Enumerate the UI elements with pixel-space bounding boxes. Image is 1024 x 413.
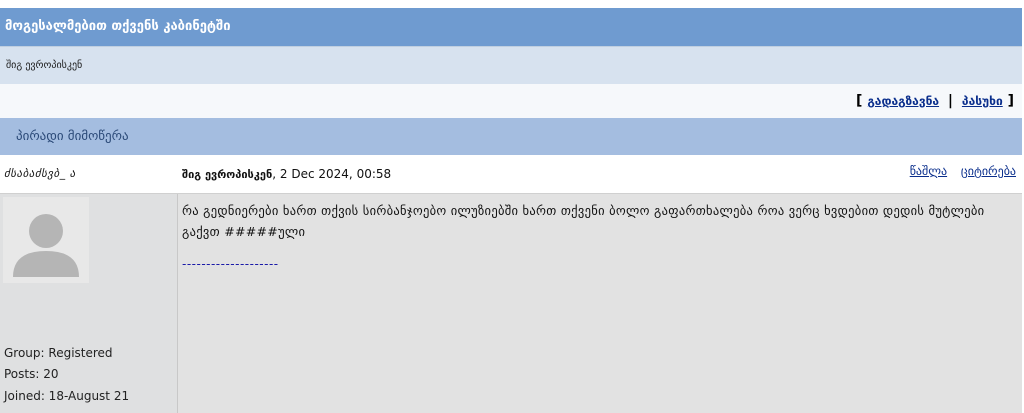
default-avatar-icon bbox=[3, 197, 89, 283]
user-group: Group: Registered bbox=[4, 345, 113, 360]
page-title: მოგესალმებით თქვენს კაბინეტში bbox=[0, 8, 1022, 46]
section-title: პირადი მიმოწერა bbox=[0, 118, 1022, 155]
quote-link[interactable]: ციტირება bbox=[961, 164, 1016, 178]
delete-link[interactable]: წაშლა bbox=[910, 164, 947, 178]
forward-link[interactable]: გადაგზავნა bbox=[867, 94, 939, 108]
message-actions: [ გადაგზავნა | პასუხი ] bbox=[0, 84, 1022, 118]
user-stats: Group: Registered Posts: 20 Joined: 18-A… bbox=[4, 343, 129, 408]
message-text: რა გედნიერები ხართ თქვის სირბანჯოებო ილუ… bbox=[182, 203, 985, 239]
user-name-bar: შიგ ევროპისკენ bbox=[0, 46, 1022, 84]
avatar bbox=[3, 197, 89, 283]
message-body: რა გედნიერები ხართ თქვის სირბანჯოებო ილუ… bbox=[178, 194, 1022, 413]
user-joined: Joined: 18-August 21 bbox=[4, 388, 130, 403]
post-author[interactable]: შიგ ევროპისკენ bbox=[182, 168, 272, 181]
post-meta: შიგ ევროპისკენ, 2 Dec 2024, 00:58 bbox=[182, 167, 391, 181]
post-links: წაშლა ციტირება bbox=[900, 164, 1016, 178]
sender-signature: ძსაბაძსვბ_ ა bbox=[4, 167, 76, 180]
close-bracket: ] bbox=[1007, 93, 1014, 109]
open-bracket: [ bbox=[856, 93, 863, 109]
user-info-column: Group: Registered Posts: 20 Joined: 18-A… bbox=[0, 194, 178, 413]
signature-divider: -------------------- bbox=[182, 257, 279, 271]
post-date: , 2 Dec 2024, 00:58 bbox=[272, 167, 392, 181]
user-posts: Posts: 20 bbox=[4, 367, 59, 381]
action-separator: | bbox=[947, 93, 954, 109]
reply-link[interactable]: პასუხი bbox=[962, 94, 1003, 108]
post-header: ძსაბაძსვბ_ ა შიგ ევროპისკენ, 2 Dec 2024,… bbox=[0, 155, 1022, 194]
